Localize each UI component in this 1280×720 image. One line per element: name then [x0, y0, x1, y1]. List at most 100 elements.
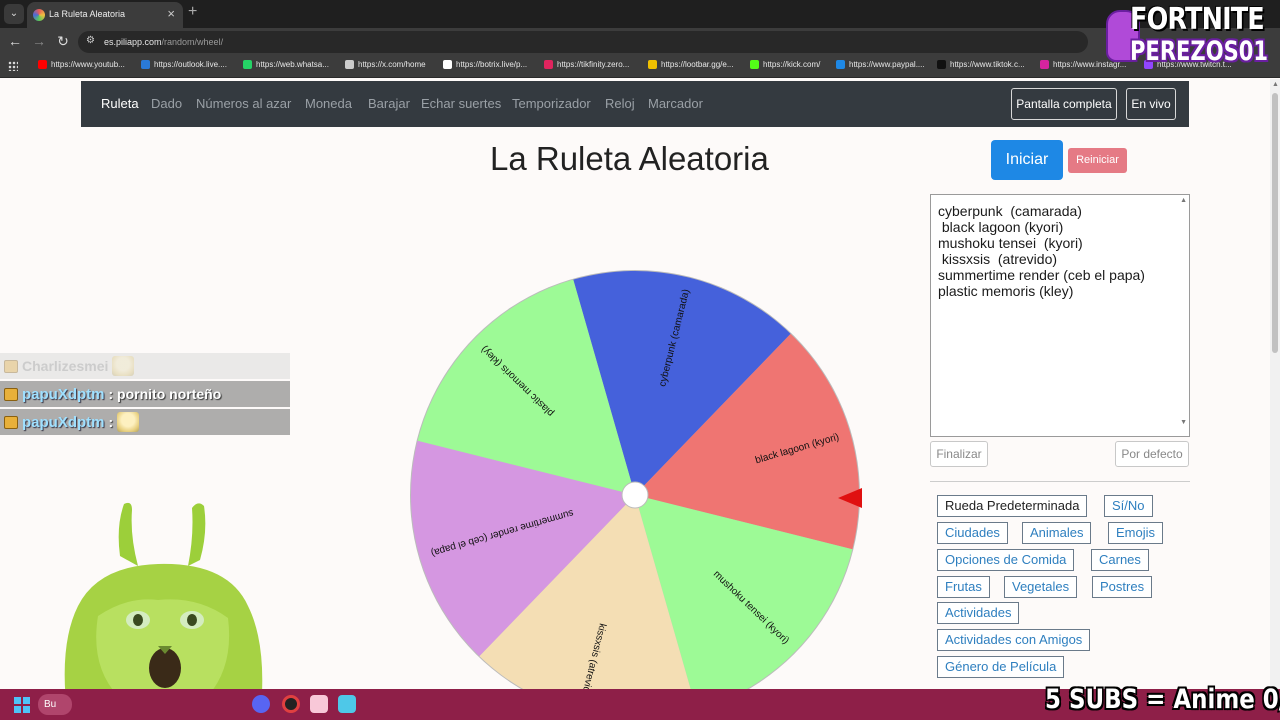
nav-link[interactable]: Moneda	[305, 96, 352, 111]
page-scrollbar[interactable]: ▲	[1270, 79, 1280, 689]
subs-goal-text: 5 SUBS = Anime 0/5	[1045, 684, 1280, 715]
reload-icon[interactable]: ↻	[54, 33, 72, 50]
preset-button[interactable]: Postres	[1092, 576, 1153, 598]
bookmark-item[interactable]: https://tikfinity.zero...	[544, 60, 629, 69]
taskbar-search[interactable]: Bu	[38, 694, 72, 715]
discord-icon[interactable]	[252, 695, 270, 713]
chat-username: Charlizesmei	[22, 358, 109, 374]
scroll-thumb[interactable]	[1272, 93, 1278, 353]
entry-line: kissxsis (atrevido)	[938, 251, 1058, 267]
nav-link[interactable]: Temporizador	[512, 96, 591, 111]
nav-link[interactable]: Echar suertes	[421, 96, 501, 111]
bookmark-item[interactable]: https://lootbar.gg/e...	[648, 60, 734, 69]
new-tab-icon[interactable]: +	[188, 3, 197, 21]
entry-line: summertime render (ceb el papa)	[938, 267, 1145, 283]
fullscreen-button[interactable]: Pantalla completa	[1011, 88, 1117, 120]
chat-badge-icon	[4, 359, 18, 373]
nav-link[interactable]: Reloj	[605, 96, 635, 111]
textarea-scroll-down-icon[interactable]: ▼	[1180, 419, 1187, 426]
chat-message: papuXdptm :	[0, 409, 290, 435]
bookmark-label: https://tikfinity.zero...	[557, 60, 630, 69]
preset-button[interactable]: Ciudades	[937, 522, 1008, 544]
preset-button[interactable]: Carnes	[1091, 549, 1149, 571]
bookmark-label: https://lootbar.gg/e...	[661, 60, 734, 69]
chat-emote-icon	[112, 356, 135, 376]
bookmark-item[interactable]: https://x.com/home	[345, 60, 426, 69]
bookmark-label: https://www.paypal....	[849, 60, 925, 69]
tab-title: La Ruleta Aleatoria	[49, 9, 126, 19]
random-wheel[interactable]: cyberpunk (camarada)black lagoon (kyori)…	[408, 268, 862, 720]
url-input[interactable]: ⚙ es.piliapp.com/random/wheel/	[78, 31, 1088, 53]
preset-button[interactable]: Género de Película	[937, 656, 1065, 678]
bookmark-favicon-icon	[544, 60, 553, 69]
apps-grid-icon[interactable]	[8, 61, 18, 71]
url-text: es.piliapp.com/random/wheel/	[104, 37, 223, 47]
reset-button[interactable]: Reiniciar	[1068, 148, 1127, 173]
bookmark-favicon-icon	[937, 60, 946, 69]
notepad-icon[interactable]	[338, 695, 356, 713]
entry-line: black lagoon (kyori)	[938, 219, 1064, 235]
preset-button[interactable]: Actividades	[937, 602, 1020, 624]
preset-button[interactable]: Sí/No	[1104, 495, 1153, 517]
bookmark-item[interactable]: https://www.paypal....	[836, 60, 925, 69]
finish-button[interactable]: Finalizar	[930, 441, 988, 467]
bookmark-favicon-icon	[750, 60, 759, 69]
site-navbar: Pantalla completa En vivo Ruleta Dado Núme…	[81, 81, 1189, 127]
windows-start-icon[interactable]	[14, 697, 30, 713]
nav-link[interactable]: Números al azar	[196, 96, 291, 111]
scroll-up-icon[interactable]: ▲	[1272, 81, 1279, 88]
obs-icon[interactable]	[282, 695, 300, 713]
bookmark-item[interactable]: https://www.tiktok.c...	[937, 60, 1025, 69]
preset-button[interactable]: Vegetales	[1004, 576, 1078, 598]
green-cat-mascot-icon	[64, 502, 263, 720]
bookmark-item[interactable]: https://web.whatsa...	[243, 60, 329, 69]
start-button[interactable]: Iniciar	[991, 140, 1063, 180]
bookmark-item[interactable]: https://kick.com/	[750, 60, 820, 69]
forward-arrow-icon[interactable]: →	[30, 33, 48, 49]
wheel-hub	[621, 481, 649, 509]
entry-line: mushoku tensei (kyori)	[938, 235, 1083, 251]
default-button[interactable]: Por defecto	[1115, 441, 1189, 467]
bookmark-label: https://www.tiktok.c...	[950, 60, 1025, 69]
tab-search-dropdown[interactable]: ⌄	[4, 4, 24, 24]
bookmark-item[interactable]: https://outlook.live....	[141, 60, 227, 69]
nav-link[interactable]: Ruleta	[101, 96, 139, 111]
page-title: La Ruleta Aleatoria	[490, 140, 769, 177]
preset-button[interactable]: Actividades con Amigos	[937, 629, 1091, 651]
bookmark-favicon-icon	[243, 60, 252, 69]
chat-username: papuXdptm	[22, 413, 105, 431]
preset-button[interactable]: Rueda Predeterminada	[937, 495, 1088, 517]
live-button[interactable]: En vivo	[1126, 88, 1176, 120]
chat-username: papuXdptm	[22, 385, 105, 403]
entries-textarea[interactable]: ▲ ▼ cyberpunk (camarada) black lagoon (k…	[930, 194, 1190, 437]
nav-link[interactable]: Dado	[151, 96, 182, 111]
site-info-icon[interactable]: ⚙	[86, 35, 95, 46]
app-icon[interactable]	[310, 695, 328, 713]
tab-active[interactable]: La Ruleta Aleatoria ×	[27, 2, 183, 28]
bookmark-item[interactable]: https://www.youtub...	[38, 60, 125, 69]
crown-badge-icon	[4, 387, 18, 401]
back-arrow-icon[interactable]: ←	[6, 33, 24, 49]
bookmark-item[interactable]: https://botrix.live/p...	[443, 60, 527, 69]
preset-button[interactable]: Opciones de Comida	[937, 549, 1075, 571]
chat-text: :	[108, 414, 114, 430]
nav-link[interactable]: Barajar	[368, 96, 410, 111]
preset-button[interactable]: Animales	[1022, 522, 1092, 544]
bookmark-label: https://x.com/home	[358, 60, 426, 69]
preset-button[interactable]: Frutas	[937, 576, 990, 598]
bookmark-label: https://botrix.live/p...	[456, 60, 528, 69]
bookmark-label: https://kick.com/	[763, 60, 821, 69]
textarea-scroll-up-icon[interactable]: ▲	[1180, 197, 1187, 204]
url-path: /random/wheel/	[161, 37, 224, 47]
bookmark-label: https://web.whatsa...	[256, 60, 329, 69]
bookmarks-bar: https://www.youtub... https://outlook.liv…	[0, 56, 1280, 78]
bookmark-favicon-icon	[1040, 60, 1049, 69]
nav-link[interactable]: Marcador	[648, 96, 703, 111]
chat-message: Charlizesmei	[0, 353, 290, 379]
crown-badge-icon	[4, 415, 18, 429]
bookmark-favicon-icon	[141, 60, 150, 69]
preset-button[interactable]: Emojis	[1108, 522, 1164, 544]
tab-close-icon[interactable]: ×	[167, 6, 175, 21]
bookmark-favicon-icon	[836, 60, 845, 69]
tab-favicon-icon	[33, 9, 45, 21]
